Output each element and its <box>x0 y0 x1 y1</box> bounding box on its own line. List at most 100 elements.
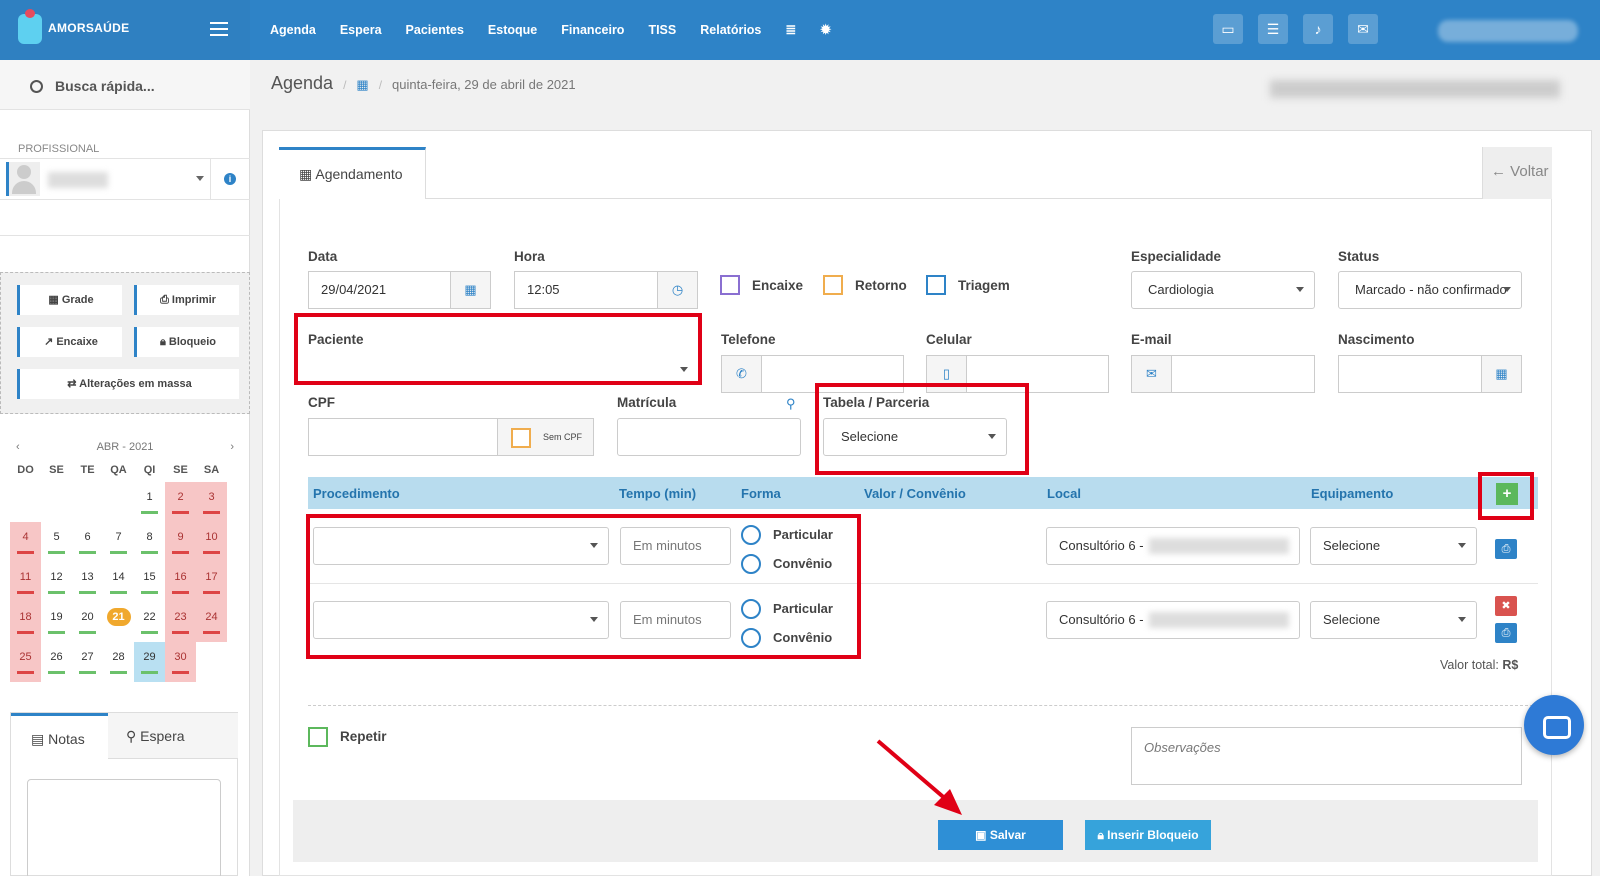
nav-espera[interactable]: Espera <box>340 23 382 37</box>
inbox-icon[interactable]: ▭ <box>1213 14 1243 44</box>
retorno-label: Retorno <box>855 278 907 293</box>
date-input[interactable]: 29/04/2021 <box>308 271 451 309</box>
time-input[interactable]: 12:05 <box>514 271 658 309</box>
divider <box>308 705 1538 706</box>
grade-button[interactable]: ▦ Grade <box>17 285 122 315</box>
local-select[interactable]: Consultório 6 - <box>1046 601 1300 639</box>
cpf-input[interactable] <box>308 418 498 456</box>
sem-cpf-option[interactable]: Sem CPF <box>497 418 594 456</box>
calendar-day[interactable]: 9 <box>165 522 196 562</box>
calendar-day[interactable]: 13 <box>72 562 103 602</box>
calendar-day[interactable]: 24 <box>196 602 227 642</box>
notes-textarea[interactable] <box>27 779 221 876</box>
chat-widget-icon[interactable] <box>1524 695 1584 755</box>
calendar-day[interactable]: 26 <box>41 642 72 682</box>
chat-icon[interactable]: ✉ <box>1348 14 1378 44</box>
especialidade-select[interactable]: Cardiologia <box>1131 271 1315 309</box>
calendar-day[interactable]: 23 <box>165 602 196 642</box>
status-select[interactable]: Marcado - não confirmado <box>1338 271 1522 309</box>
notes-panel: ▤ Notas ⚲ Espera <box>10 712 238 876</box>
calendar-icon[interactable]: ▦ <box>450 271 491 309</box>
print-icon[interactable]: ⎙ <box>1495 539 1517 559</box>
calendar-icon: ▦ <box>356 77 369 92</box>
calendar-day[interactable]: 20 <box>72 602 103 642</box>
repetir-checkbox[interactable] <box>308 727 328 747</box>
print-button[interactable]: ⎙ Imprimir <box>134 285 239 315</box>
nav-pacientes[interactable]: Pacientes <box>406 23 464 37</box>
retorno-checkbox[interactable] <box>823 275 843 295</box>
calendar-day[interactable]: 3 <box>196 482 227 522</box>
nascimento-input[interactable] <box>1338 355 1482 393</box>
calendar-day[interactable]: 30 <box>165 642 196 682</box>
equipamento-select[interactable]: Selecione <box>1310 601 1477 639</box>
col-equipamento: Equipamento <box>1311 486 1394 501</box>
database-icon[interactable]: ≣ <box>785 22 796 38</box>
calendar-day[interactable]: 6 <box>72 522 103 562</box>
triagem-label: Triagem <box>958 278 1010 293</box>
col-valor: Valor / Convênio <box>864 486 966 501</box>
calendar-icon[interactable]: ▦ <box>1481 355 1522 393</box>
tab-notas[interactable]: ▤ Notas <box>11 713 108 759</box>
triagem-checkbox[interactable] <box>926 275 946 295</box>
encaixe-button[interactable]: ↗ Encaixe <box>17 327 122 357</box>
voltar-button[interactable]: ← Voltar <box>1482 147 1552 199</box>
highlight-tabela <box>815 383 1029 475</box>
calendar-day[interactable]: 28 <box>103 642 134 682</box>
menu-icon[interactable] <box>210 22 228 36</box>
calendar-day[interactable]: 17 <box>196 562 227 602</box>
prev-month-icon[interactable]: ‹ <box>16 436 20 458</box>
save-button[interactable]: ▣ Salvar <box>938 820 1063 850</box>
nav-financeiro[interactable]: Financeiro <box>561 23 624 37</box>
calendar-day[interactable]: 8 <box>134 522 165 562</box>
search-icon[interactable]: ⚲ <box>786 396 796 412</box>
arrow-annotation <box>876 739 962 815</box>
calendar-day[interactable]: 4 <box>10 522 41 562</box>
calendar-day[interactable]: 1 <box>134 482 165 522</box>
insert-block-button[interactable]: 🔒︎ Inserir Bloqueio <box>1085 820 1211 850</box>
calendar-day[interactable]: 27 <box>72 642 103 682</box>
info-icon[interactable]: i <box>224 173 236 185</box>
calendar-day[interactable]: 7 <box>103 522 134 562</box>
envelope-icon: ✉ <box>1131 355 1172 393</box>
local-select[interactable]: Consultório 6 - <box>1046 527 1300 565</box>
calendar-day[interactable]: 25 <box>10 642 41 682</box>
calendar-day[interactable]: 5 <box>41 522 72 562</box>
observacoes-textarea[interactable]: Observações <box>1131 727 1522 785</box>
calendar-day-selected[interactable]: 29 <box>134 642 165 682</box>
professional-label: PROFISSIONAL <box>18 143 100 155</box>
quick-search[interactable]: Busca rápida... <box>0 60 250 110</box>
tab-agendamento[interactable]: ▦ Agendamento <box>279 147 426 199</box>
calendar-day[interactable]: 16 <box>165 562 196 602</box>
mass-change-button[interactable]: ⇄ Alterações em massa <box>17 369 239 399</box>
nav-tiss[interactable]: TISS <box>648 23 676 37</box>
clock-icon[interactable]: ◷ <box>657 271 698 309</box>
calendar-day[interactable]: 14 <box>103 562 134 602</box>
calendar-day[interactable]: 15 <box>134 562 165 602</box>
calendar-day[interactable]: 19 <box>41 602 72 642</box>
calendar-day[interactable]: 12 <box>41 562 72 602</box>
user-menu[interactable] <box>1438 20 1578 42</box>
encaixe-checkbox[interactable] <box>720 275 740 295</box>
email-input[interactable] <box>1171 355 1315 393</box>
bloqueio-button[interactable]: 🔒︎ Bloqueio <box>134 327 239 357</box>
print-icon[interactable]: ⎙ <box>1495 623 1517 643</box>
remove-icon[interactable]: ✖ <box>1495 596 1517 616</box>
tab-espera[interactable]: ⚲ Espera <box>108 713 238 759</box>
gear-icon[interactable]: ✹ <box>820 22 831 38</box>
calendar-day-today[interactable]: 21 <box>103 602 134 642</box>
calendar-day[interactable]: 2 <box>165 482 196 522</box>
matricula-input[interactable] <box>617 418 801 456</box>
calendar-day[interactable]: 22 <box>134 602 165 642</box>
professional-select[interactable]: i <box>0 158 250 200</box>
nav-estoque[interactable]: Estoque <box>488 23 537 37</box>
equipamento-select[interactable]: Selecione <box>1310 527 1477 565</box>
bell-icon[interactable]: ♪ <box>1303 14 1333 44</box>
calendar-day[interactable]: 18 <box>10 602 41 642</box>
list-icon[interactable]: ☰ <box>1258 14 1288 44</box>
next-month-icon[interactable]: › <box>230 436 234 458</box>
calendar-day[interactable]: 11 <box>10 562 41 602</box>
calendar-day[interactable]: 10 <box>196 522 227 562</box>
nav-agenda[interactable]: Agenda <box>270 23 316 37</box>
col-local: Local <box>1047 486 1081 501</box>
nav-relatorios[interactable]: Relatórios <box>700 23 761 37</box>
